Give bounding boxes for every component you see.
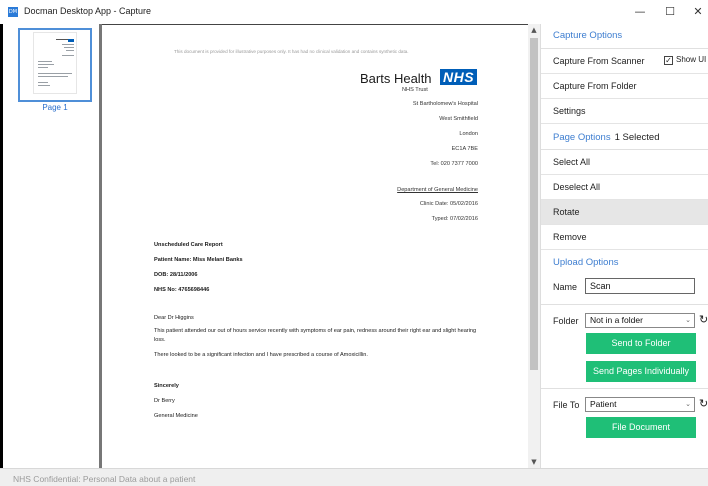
scroll-down-icon[interactable]: ▼ xyxy=(528,456,540,468)
chevron-down-icon: ⌄ xyxy=(685,316,691,324)
thumbnail-panel: Page 1 xyxy=(3,24,99,468)
typed-date: Typed: 07/02/2016 xyxy=(431,216,478,222)
status-text: NHS Confidential: Personal Data about a … xyxy=(13,474,196,484)
send-to-folder-button[interactable]: Send to Folder xyxy=(586,333,696,354)
letter-paragraph: This patient attended our out of hours s… xyxy=(154,328,477,343)
address-line: London xyxy=(459,131,478,137)
address-line: EC1A 7BE xyxy=(451,146,478,152)
patient-name: Patient Name: Miss Melani Banks xyxy=(154,257,243,263)
capture-from-folder-button[interactable]: Capture From Folder xyxy=(541,74,708,99)
document-page: This document is provided for illustrati… xyxy=(102,25,528,469)
nhs-logo: NHS xyxy=(440,69,477,85)
maximize-button[interactable]: ☐ xyxy=(656,3,684,21)
file-to-label: File To xyxy=(553,400,580,410)
title-bar: DM Docman Desktop App - Capture — ☐ ✕ xyxy=(0,0,708,24)
remove-label: Remove xyxy=(553,232,587,242)
show-ui-checkbox[interactable]: ✓ Show UI xyxy=(664,55,706,65)
capture-options-heading: Capture Options xyxy=(553,30,623,41)
scroll-thumb[interactable] xyxy=(530,38,538,370)
minimize-button[interactable]: — xyxy=(626,3,654,21)
divider xyxy=(541,304,708,305)
refresh-file-to-icon[interactable]: ↻ xyxy=(699,397,708,410)
status-bar: NHS Confidential: Personal Data about a … xyxy=(0,468,708,486)
settings-label: Settings xyxy=(553,106,586,116)
selected-count: 1 Selected xyxy=(614,132,660,143)
file-to-select-value: Patient xyxy=(590,399,617,409)
file-document-button[interactable]: File Document xyxy=(586,417,696,438)
name-input[interactable]: Scan xyxy=(585,278,695,294)
rotate-label: Rotate xyxy=(553,207,580,217)
letter-signoff: Sincerely xyxy=(154,383,179,389)
folder-select[interactable]: Not in a folder ⌄ xyxy=(585,313,695,328)
thumbnail-preview xyxy=(33,32,77,94)
send-pages-individually-button[interactable]: Send Pages Individually xyxy=(586,361,696,382)
window-title: Docman Desktop App - Capture xyxy=(24,6,152,16)
close-button[interactable]: ✕ xyxy=(684,3,708,21)
capture-from-scanner-label: Capture From Scanner xyxy=(553,56,645,66)
document-disclaimer: This document is provided for illustrati… xyxy=(174,49,409,54)
page-thumbnail[interactable] xyxy=(18,28,92,102)
settings-button[interactable]: Settings xyxy=(541,99,708,124)
folder-label: Folder xyxy=(553,316,579,326)
divider xyxy=(541,388,708,389)
letter-paragraph: There looked to be a significant infecti… xyxy=(154,352,368,358)
remove-button[interactable]: Remove xyxy=(541,225,708,250)
chevron-down-icon: ⌄ xyxy=(685,400,691,408)
address-line: West Smithfield xyxy=(439,116,478,122)
document-viewer[interactable]: This document is provided for illustrati… xyxy=(102,24,528,468)
page-options-label: Page Options xyxy=(553,132,611,143)
capture-from-folder-label: Capture From Folder xyxy=(553,81,637,91)
upload-options-heading: Upload Options xyxy=(553,257,619,268)
show-ui-label: Show UI xyxy=(676,55,707,64)
select-all-button[interactable]: Select All xyxy=(541,150,708,175)
docman-app-icon: DM xyxy=(8,7,18,17)
report-title: Unscheduled Care Report xyxy=(154,242,223,248)
letter-signer: Dr Berry xyxy=(154,398,175,404)
letter-salutation: Dear Dr Higgins xyxy=(154,315,194,321)
letter-signer-department: General Medicine xyxy=(154,413,198,419)
thumbnail-label[interactable]: Page 1 xyxy=(18,103,92,112)
file-to-select[interactable]: Patient ⌄ xyxy=(585,397,695,412)
trust-subtitle: NHS Trust xyxy=(402,87,428,93)
checkbox-check-icon[interactable]: ✓ xyxy=(664,56,673,65)
refresh-folders-icon[interactable]: ↻ xyxy=(699,313,708,326)
deselect-all-button[interactable]: Deselect All xyxy=(541,175,708,200)
name-label: Name xyxy=(553,282,578,292)
rotate-button[interactable]: Rotate xyxy=(541,200,708,225)
scroll-up-icon[interactable]: ▲ xyxy=(528,24,540,36)
department-heading: Department of General Medicine xyxy=(397,187,478,193)
page-options-heading: Page Options 1 Selected xyxy=(553,132,659,143)
trust-logo-name: Barts Health xyxy=(360,71,432,86)
deselect-all-label: Deselect All xyxy=(553,182,601,192)
clinic-date: Clinic Date: 05/02/2016 xyxy=(419,201,478,207)
address-line: Tel: 020 7377 7000 xyxy=(430,161,478,167)
patient-dob: DOB: 28/11/2006 xyxy=(154,272,198,278)
patient-nhs-number: NHS No: 4765698446 xyxy=(154,287,210,293)
options-panel: Capture Options Capture From Scanner ✓ Sh… xyxy=(540,24,708,468)
folder-select-value: Not in a folder xyxy=(590,315,643,325)
address-line: St Bartholomew's Hospital xyxy=(412,101,478,107)
select-all-label: Select All xyxy=(553,157,591,167)
vertical-scrollbar[interactable]: ▲ ▼ xyxy=(528,24,540,468)
